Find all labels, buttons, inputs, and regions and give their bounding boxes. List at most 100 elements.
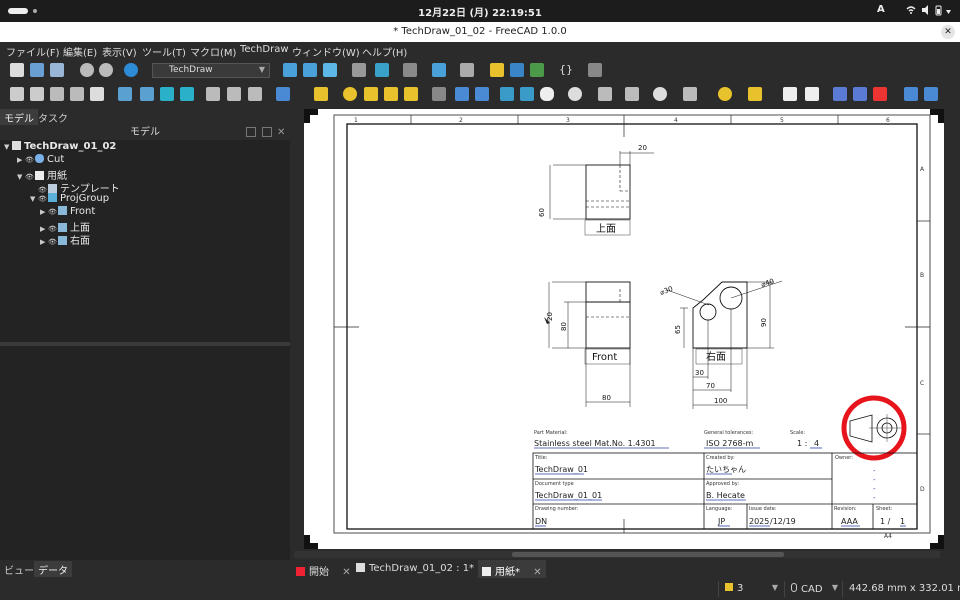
menu-window[interactable]: ウィンドウ(W) <box>292 44 360 59</box>
projection-group-icon[interactable] <box>140 87 154 101</box>
new-document-icon[interactable] <box>10 63 24 77</box>
balloon-icon[interactable] <box>432 87 446 101</box>
std-measure-icon[interactable] <box>460 63 474 77</box>
tree-item-front[interactable]: ▶ 👁 Front <box>40 206 95 219</box>
symbol-icon[interactable] <box>206 87 220 101</box>
window-close-button[interactable]: ✕ <box>941 25 955 39</box>
group-icon[interactable] <box>510 63 524 77</box>
whats-this-icon[interactable] <box>588 63 602 77</box>
navigation-style-selector[interactable]: CAD ▼ <box>784 581 842 597</box>
expand-arrow-icon[interactable]: ▼ <box>30 195 38 203</box>
annotation-icon[interactable] <box>904 87 918 101</box>
tab-view[interactable]: ビュー <box>0 561 38 577</box>
tab-data[interactable]: データ <box>34 561 72 577</box>
export-svg-icon[interactable] <box>783 87 797 101</box>
expand-arrow-icon[interactable]: ▶ <box>40 238 48 246</box>
expand-arrow-icon[interactable]: ▶ <box>17 156 25 164</box>
redo-icon[interactable] <box>99 63 113 77</box>
stack-bottom-icon[interactable] <box>853 87 867 101</box>
rich-text-icon[interactable] <box>924 87 938 101</box>
hatch-icon[interactable] <box>500 87 514 101</box>
thread-icon[interactable] <box>683 87 697 101</box>
expand-arrow-icon[interactable]: ▼ <box>17 173 25 181</box>
menu-techdraw[interactable]: TechDraw <box>240 44 289 55</box>
tab-model[interactable]: モデル <box>0 109 38 125</box>
measure-icon[interactable] <box>432 63 446 77</box>
tab-page[interactable]: 用紙* ✕ <box>478 560 546 578</box>
bounding-box-icon[interactable] <box>352 63 366 77</box>
omega-symbol-icon[interactable] <box>540 87 554 101</box>
menu-help[interactable]: ヘルプ(H) <box>362 44 407 59</box>
tree-item-document[interactable]: ▼ TechDraw_01_02 <box>4 141 116 154</box>
chain-dimension-icon[interactable] <box>384 87 398 101</box>
system-clock[interactable]: 12月22日 (月) 22:19:51 <box>0 4 960 19</box>
centerline-icon[interactable] <box>625 87 639 101</box>
tree-item-cut[interactable]: ▶ 👁 Cut <box>17 154 64 167</box>
visibility-eye-icon[interactable]: 👁 <box>48 238 58 246</box>
surface-finish-icon[interactable] <box>748 87 762 101</box>
standard-views-icon[interactable] <box>403 63 417 77</box>
tab-start[interactable]: 開始 ✕ <box>292 560 355 578</box>
close-tab-icon[interactable]: ✕ <box>533 567 541 578</box>
link-icon[interactable] <box>530 63 544 77</box>
horizontal-scrollbar[interactable] <box>294 551 940 558</box>
redraw-page-icon[interactable] <box>50 87 64 101</box>
scrollbar-thumb[interactable] <box>512 552 784 557</box>
tree-item-page[interactable]: ▼ 👁 用紙 <box>17 167 67 182</box>
horizontal-dimension-icon[interactable] <box>475 87 489 101</box>
visibility-eye-icon[interactable]: 👁 <box>48 208 58 216</box>
insert-view-icon[interactable] <box>118 87 132 101</box>
visibility-eye-icon[interactable]: 👁 <box>25 156 35 164</box>
undo-icon[interactable] <box>80 63 94 77</box>
save-icon[interactable] <box>50 63 64 77</box>
detail-view-icon[interactable] <box>180 87 194 101</box>
extent-dimension-icon[interactable] <box>404 87 418 101</box>
leader-line-icon[interactable] <box>455 87 469 101</box>
weld-symbol-icon[interactable] <box>718 87 732 101</box>
geom-hatch-icon[interactable] <box>520 87 534 101</box>
expand-arrow-icon[interactable]: ▼ <box>4 143 12 151</box>
menu-edit[interactable]: 編集(E) <box>63 44 97 59</box>
new-page-icon[interactable] <box>10 87 24 101</box>
panel-restore-icon[interactable] <box>262 127 272 137</box>
image-icon[interactable] <box>227 87 241 101</box>
panel-float-icon[interactable] <box>246 127 256 137</box>
draw-style-icon[interactable] <box>375 63 389 77</box>
export-dxf-icon[interactable] <box>805 87 819 101</box>
system-tray-icons[interactable] <box>905 4 953 19</box>
visibility-eye-icon[interactable]: 👁 <box>38 195 48 203</box>
spreadsheet-view-icon[interactable] <box>248 87 262 101</box>
tree-item-top[interactable]: ▶ 👁 上面 <box>40 219 90 234</box>
workbench-selector[interactable]: TechDraw ▼ <box>152 63 270 78</box>
panel-close-icon[interactable]: ✕ <box>277 125 285 140</box>
vertex-icon[interactable] <box>653 87 667 101</box>
menu-file[interactable]: ファイル(F) <box>6 44 60 59</box>
menu-tools[interactable]: ツール(T) <box>142 44 186 59</box>
fit-all-icon[interactable] <box>283 63 297 77</box>
menu-view[interactable]: 表示(V) <box>102 44 137 59</box>
tree-item-template[interactable]: 👁 テンプレート <box>30 180 120 195</box>
dimension-icon[interactable] <box>314 87 328 101</box>
radius-dimension-icon[interactable] <box>343 87 357 101</box>
close-tab-icon[interactable]: ✕ <box>342 567 350 578</box>
menu-macro[interactable]: マクロ(M) <box>190 44 236 59</box>
section-view-icon[interactable] <box>160 87 174 101</box>
tree-item-projgroup[interactable]: ▼ 👁 ProjGroup <box>30 193 109 206</box>
view-cube-icon[interactable] <box>323 63 337 77</box>
cosmetic-circle-icon[interactable] <box>568 87 582 101</box>
part-icon[interactable] <box>490 63 504 77</box>
open-document-icon[interactable] <box>30 63 44 77</box>
angle-dimension-icon[interactable] <box>364 87 378 101</box>
print-icon[interactable] <box>90 87 104 101</box>
export-page-icon[interactable] <box>70 87 84 101</box>
expand-arrow-icon[interactable]: ▶ <box>40 208 48 216</box>
macro-braces-icon[interactable]: {} <box>559 63 573 76</box>
drawing-sheet[interactable]: 1 2 3 4 5 6 A B C D 20 60 上面 20 80 80 Fr… <box>304 109 944 549</box>
tree-item-right[interactable]: ▶ 👁 右面 <box>40 232 90 247</box>
stacking-icon[interactable] <box>833 87 847 101</box>
cosmetic-line-icon[interactable] <box>598 87 612 101</box>
toggle-frames-icon[interactable] <box>873 87 887 101</box>
refresh-icon[interactable] <box>124 63 138 77</box>
panel-splitter[interactable] <box>0 342 290 346</box>
new-page-template-icon[interactable] <box>30 87 44 101</box>
